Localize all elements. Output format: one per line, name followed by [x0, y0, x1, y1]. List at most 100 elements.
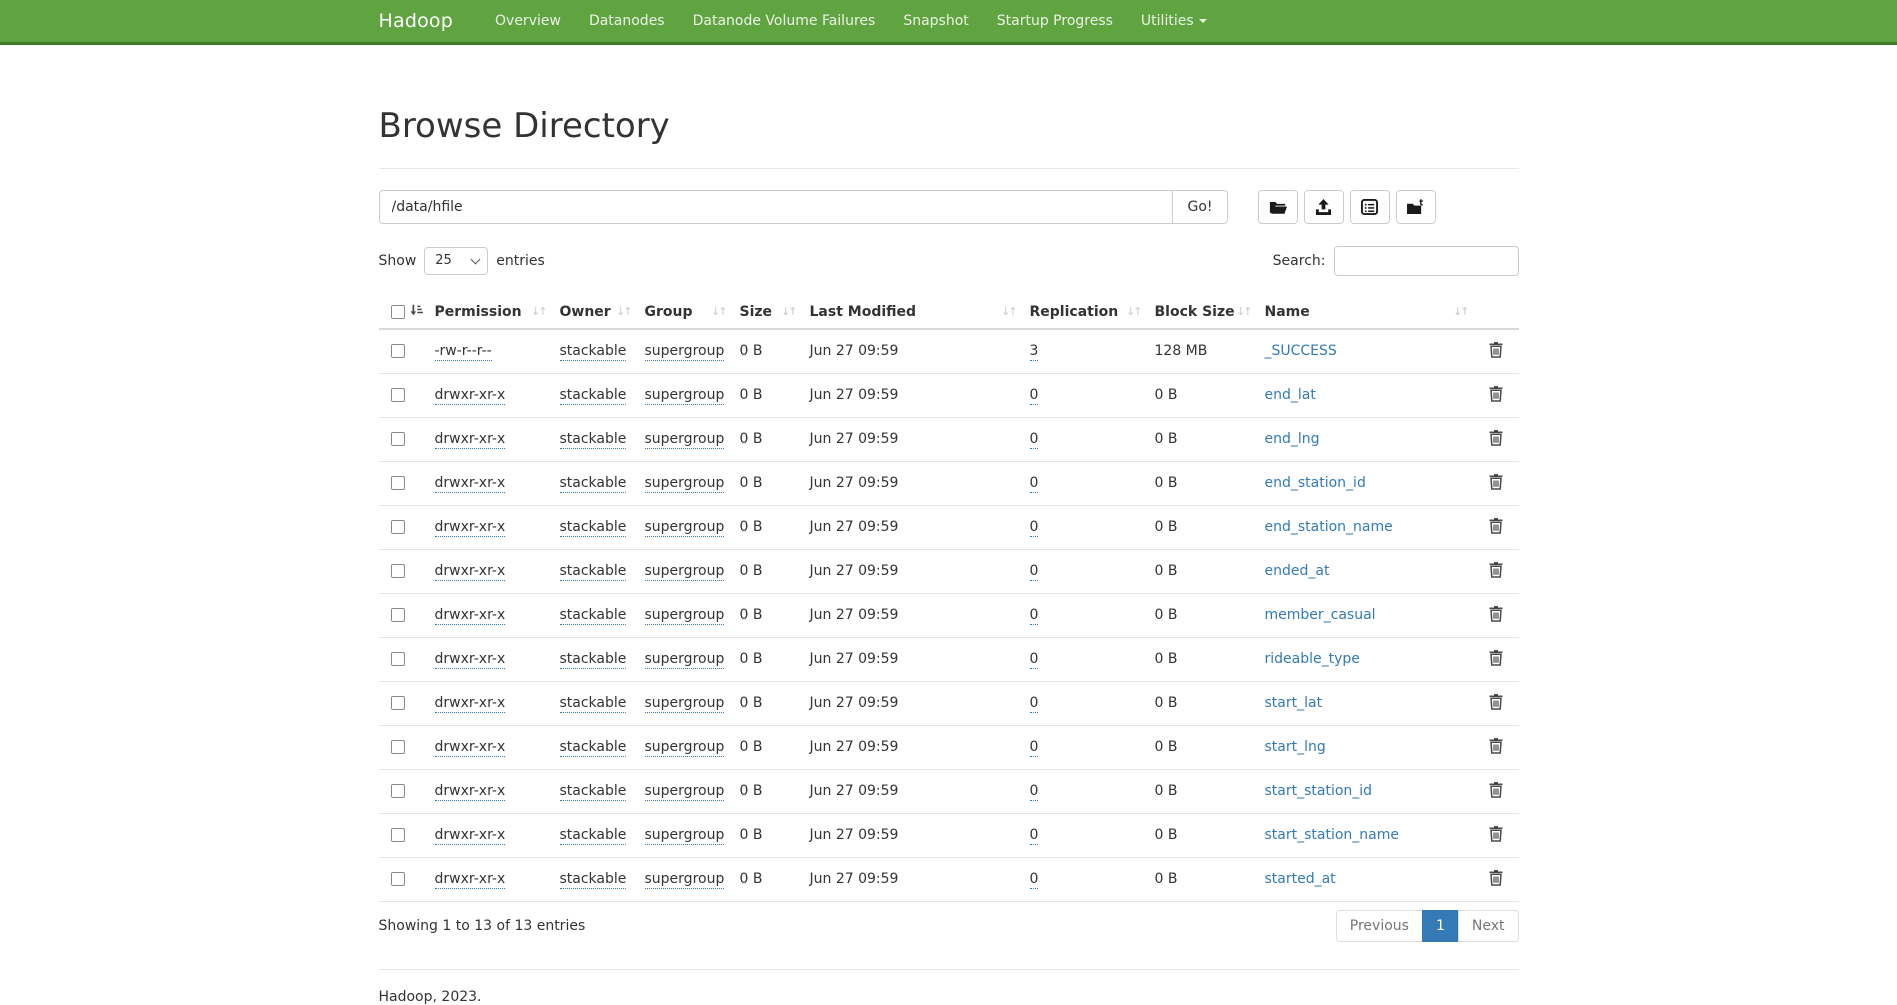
top-navbar: Hadoop OverviewDatanodesDatanode Volume … [0, 0, 1897, 45]
table-row: drwxr-xr-x stackable supergroup 0 B Jun … [379, 461, 1519, 505]
file-name-link[interactable]: start_lat [1265, 695, 1323, 711]
file-name-link[interactable]: end_lng [1265, 431, 1320, 447]
owner-value: stackable [560, 871, 627, 889]
row-checkbox[interactable] [391, 784, 405, 798]
file-name-link[interactable]: started_at [1265, 871, 1336, 887]
select-all-checkbox[interactable] [391, 305, 405, 319]
main-content: Browse Directory Go! [379, 105, 1519, 1005]
col-header-block-size[interactable]: Block Size↓↑ [1147, 296, 1257, 329]
nav-item-utilities[interactable]: Utilities [1127, 1, 1221, 41]
row-checkbox[interactable] [391, 740, 405, 754]
col-header-replication[interactable]: Replication↓↑ [1022, 296, 1147, 329]
file-name-link[interactable]: end_lat [1265, 387, 1316, 403]
last-modified-value: Jun 27 09:59 [810, 827, 899, 843]
file-name-link[interactable]: ended_at [1265, 563, 1330, 579]
size-value: 0 B [740, 343, 763, 359]
size-value: 0 B [740, 827, 763, 843]
upload-button[interactable] [1304, 190, 1344, 224]
file-name-link[interactable]: start_station_name [1265, 827, 1400, 843]
table-controls: Show 25 entries Search: [379, 246, 1519, 276]
delete-button[interactable] [1487, 604, 1505, 627]
brand-hadoop[interactable]: Hadoop [379, 10, 454, 32]
row-checkbox[interactable] [391, 344, 405, 358]
nav-item-datanodes[interactable]: Datanodes [575, 1, 679, 41]
col-header-group[interactable]: Group↓↑ [637, 296, 732, 329]
delete-button[interactable] [1487, 340, 1505, 363]
group-value: supergroup [645, 563, 725, 581]
replication-value: 0 [1030, 519, 1039, 537]
row-checkbox[interactable] [391, 476, 405, 490]
pagination: Previous 1 Next [1336, 910, 1519, 942]
delete-button[interactable] [1487, 560, 1505, 583]
file-name-link[interactable]: member_casual [1265, 607, 1376, 623]
size-value: 0 B [740, 783, 763, 799]
delete-button[interactable] [1487, 780, 1505, 803]
row-checkbox[interactable] [391, 608, 405, 622]
file-name-link[interactable]: start_lng [1265, 739, 1326, 755]
caret-down-icon [1199, 19, 1207, 23]
directory-path-input[interactable] [379, 190, 1174, 224]
go-button[interactable]: Go! [1173, 190, 1227, 224]
delete-button[interactable] [1487, 824, 1505, 847]
search-control: Search: [1273, 246, 1519, 276]
block-size-value: 0 B [1155, 475, 1178, 491]
row-checkbox[interactable] [391, 828, 405, 842]
row-checkbox[interactable] [391, 652, 405, 666]
file-name-link[interactable]: _SUCCESS [1265, 343, 1337, 359]
delete-button[interactable] [1487, 384, 1505, 407]
trash-icon [1489, 786, 1503, 801]
row-checkbox[interactable] [391, 872, 405, 886]
col-header-size[interactable]: Size↓↑ [732, 296, 802, 329]
size-value: 0 B [740, 519, 763, 535]
upload-icon [1315, 199, 1332, 215]
select-all-header[interactable] [379, 296, 427, 329]
row-checkbox[interactable] [391, 520, 405, 534]
pagination-page-1[interactable]: 1 [1423, 910, 1459, 942]
file-name-link[interactable]: rideable_type [1265, 651, 1360, 667]
nav-item-overview[interactable]: Overview [481, 1, 575, 41]
delete-button[interactable] [1487, 692, 1505, 715]
file-name-link[interactable]: start_station_id [1265, 783, 1373, 799]
file-name-link[interactable]: end_station_id [1265, 475, 1366, 491]
file-name-link[interactable]: end_station_name [1265, 519, 1393, 535]
replication-value: 0 [1030, 871, 1039, 889]
permission-value: -rw-r--r-- [435, 343, 492, 361]
last-modified-value: Jun 27 09:59 [810, 343, 899, 359]
owner-value: stackable [560, 651, 627, 669]
pagination-next[interactable]: Next [1459, 910, 1519, 942]
row-checkbox[interactable] [391, 564, 405, 578]
permission-value: drwxr-xr-x [435, 783, 506, 801]
col-header-last-modified[interactable]: Last Modified↓↑ [802, 296, 1022, 329]
nav-item-startup-progress[interactable]: Startup Progress [983, 1, 1127, 41]
list-alt-button[interactable] [1350, 190, 1390, 224]
table-row: drwxr-xr-x stackable supergroup 0 B Jun … [379, 857, 1519, 901]
create-directory-button[interactable]: t [1396, 190, 1436, 224]
size-value: 0 B [740, 475, 763, 491]
delete-button[interactable] [1487, 516, 1505, 539]
col-header-permission[interactable]: Permission↓↑ [427, 296, 552, 329]
search-input[interactable] [1334, 246, 1519, 276]
page-size-select[interactable]: 25 [424, 247, 488, 275]
delete-button[interactable] [1487, 648, 1505, 671]
replication-value: 0 [1030, 783, 1039, 801]
delete-button[interactable] [1487, 428, 1505, 451]
folder-open-button[interactable] [1258, 190, 1298, 224]
row-checkbox[interactable] [391, 388, 405, 402]
row-checkbox[interactable] [391, 432, 405, 446]
delete-button[interactable] [1487, 736, 1505, 759]
sort-icon: ↓↑ [1126, 305, 1140, 318]
block-size-value: 128 MB [1155, 343, 1208, 359]
nav-item-snapshot[interactable]: Snapshot [889, 1, 982, 41]
delete-button[interactable] [1487, 472, 1505, 495]
last-modified-value: Jun 27 09:59 [810, 739, 899, 755]
col-header-name[interactable]: Name↓↑ [1257, 296, 1474, 329]
row-checkbox[interactable] [391, 696, 405, 710]
owner-value: stackable [560, 343, 627, 361]
table-row: drwxr-xr-x stackable supergroup 0 B Jun … [379, 725, 1519, 769]
delete-button[interactable] [1487, 868, 1505, 891]
table-row: drwxr-xr-x stackable supergroup 0 B Jun … [379, 637, 1519, 681]
pagination-previous[interactable]: Previous [1336, 910, 1423, 942]
table-body: -rw-r--r-- stackable supergroup 0 B Jun … [379, 329, 1519, 902]
nav-item-datanode-volume-failures[interactable]: Datanode Volume Failures [679, 1, 890, 41]
col-header-owner[interactable]: Owner↓↑ [552, 296, 637, 329]
